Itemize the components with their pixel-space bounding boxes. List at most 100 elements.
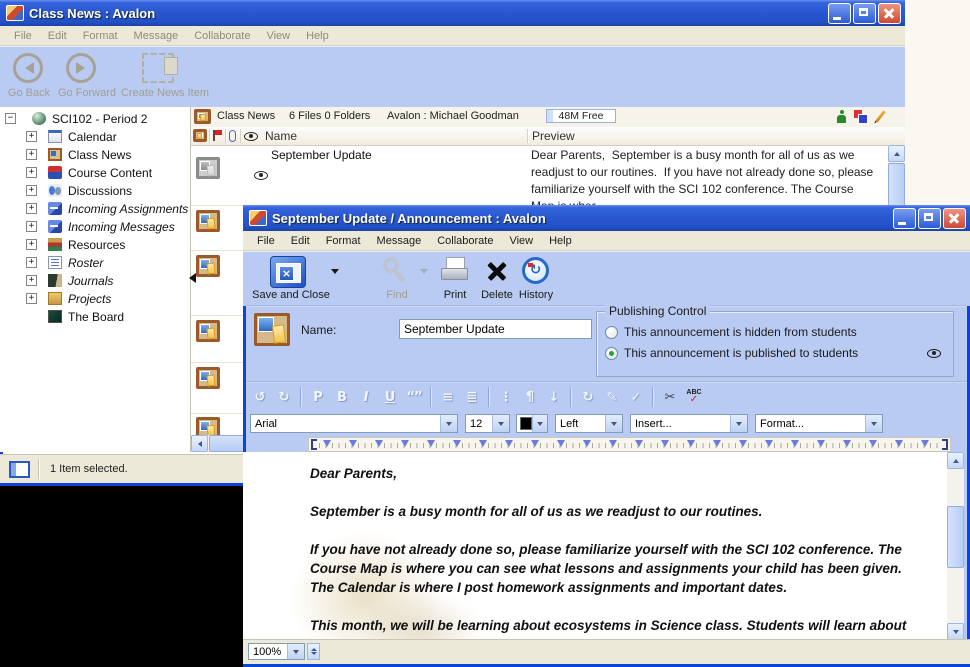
font-select[interactable]: Arial [250,414,458,433]
scroll-up-icon[interactable] [888,145,905,162]
insert-select[interactable]: Insert... [630,414,748,433]
minimize-button[interactable] [893,208,916,229]
name-column-header[interactable]: Name [265,129,297,143]
expand-icon[interactable] [26,239,37,250]
scissors-icon[interactable] [658,385,682,409]
menu-file[interactable]: File [6,30,40,42]
close-button[interactable] [878,3,901,24]
expand-icon[interactable] [26,167,37,178]
menu-message[interactable]: Message [126,30,187,42]
create-news-item-icon[interactable] [142,53,174,83]
undo-icon[interactable] [248,385,272,409]
collapse-icon[interactable] [5,113,16,124]
left-margin-marker[interactable] [311,439,317,450]
menu-edit[interactable]: Edit [40,30,75,42]
zoom-select[interactable]: 100% [248,643,305,660]
pen-icon[interactable] [600,385,624,409]
align-select[interactable]: Left [555,414,623,433]
scroll-up-icon[interactable] [947,452,964,469]
zoom-spinner[interactable] [307,643,320,660]
tree-item-course-content[interactable]: Course Content [0,164,190,182]
tree-item-the-board[interactable]: The Board [0,308,190,326]
tree-item-discussions[interactable]: Discussions [0,182,190,200]
font-size-select[interactable]: 12 [465,414,510,433]
expand-icon[interactable] [26,131,37,142]
view-properties-icon[interactable] [854,110,868,123]
hidden-radio-label[interactable]: This announcement is hidden from student… [624,325,857,339]
hidden-radio[interactable] [605,326,618,339]
outdent-icon[interactable] [494,385,518,409]
rotate-icon[interactable] [576,385,600,409]
redo-icon[interactable] [272,385,296,409]
visibility-column-icon[interactable] [244,132,258,141]
published-radio[interactable] [605,347,618,360]
save-options-caret-icon[interactable] [331,269,339,278]
expand-icon[interactable] [26,203,37,214]
menu-help[interactable]: Help [541,235,580,247]
maximize-button[interactable] [918,208,941,229]
go-back-icon[interactable] [13,53,43,83]
go-forward-icon[interactable] [66,53,96,83]
announcement-icon[interactable] [196,255,220,277]
announcement-icon[interactable] [196,210,220,232]
attachment-column-icon[interactable] [229,130,236,142]
plain-text-icon[interactable] [306,385,330,409]
underline-icon[interactable] [378,385,402,409]
expand-icon[interactable] [26,149,37,160]
main-titlebar[interactable]: Class News : Avalon [0,0,905,26]
print-icon[interactable] [440,257,470,285]
menu-collaborate[interactable]: Collaborate [186,30,258,42]
bold-icon[interactable] [330,385,354,409]
announcement-icon[interactable] [196,367,220,389]
menu-format[interactable]: Format [318,235,369,247]
font-color-select[interactable] [516,414,548,433]
move-down-icon[interactable] [542,385,566,409]
name-input[interactable] [399,319,592,339]
menu-collaborate[interactable]: Collaborate [429,235,501,247]
item-type-column-icon[interactable] [193,129,207,142]
scroll-left-icon[interactable] [191,435,208,452]
sign-icon[interactable] [624,385,648,409]
tree-item-incoming-messages[interactable]: Incoming Messages [0,218,190,236]
flag-column-icon[interactable] [213,130,223,141]
find-icon[interactable] [381,257,411,287]
announcement-icon[interactable] [196,320,220,342]
edit-pencil-icon[interactable] [875,110,885,122]
tree-item-calendar[interactable]: Calendar [0,128,190,146]
format-select[interactable]: Format... [755,414,883,433]
toggle-panel-icon[interactable] [9,461,30,478]
user-presence-icon[interactable] [837,110,846,123]
maximize-button[interactable] [853,3,876,24]
menu-file[interactable]: File [249,235,283,247]
menu-message[interactable]: Message [369,235,430,247]
menu-view[interactable]: View [501,235,541,247]
italic-icon[interactable] [354,385,378,409]
scroll-down-icon[interactable] [947,623,964,640]
menu-edit[interactable]: Edit [283,235,318,247]
tree-item-root[interactable]: SCI102 - Period 2 [0,110,190,128]
right-margin-marker[interactable] [942,439,948,450]
tree-item-class-news[interactable]: Class News [0,146,190,164]
tree-item-projects[interactable]: Projects [0,290,190,308]
editor-vertical-scrollbar[interactable] [947,452,964,640]
menu-help[interactable]: Help [298,30,337,42]
expand-icon[interactable] [26,293,37,304]
bullet-list-icon[interactable] [436,385,460,409]
preview-column-header[interactable]: Preview [532,129,575,143]
tree-item-incoming-assignments[interactable]: Incoming Assignments [0,200,190,218]
ruler[interactable] [308,437,951,452]
quote-icon[interactable] [402,385,426,409]
announcement-icon[interactable] [196,417,220,435]
numbered-list-icon[interactable] [460,385,484,409]
expand-icon[interactable] [26,257,37,268]
menu-view[interactable]: View [258,30,298,42]
save-and-close-icon[interactable] [270,256,306,288]
expand-icon[interactable] [26,275,37,286]
expand-icon[interactable] [26,221,37,232]
close-button[interactable] [943,208,966,229]
menu-format[interactable]: Format [75,30,126,42]
tree-item-resources[interactable]: Resources [0,236,190,254]
tree-item-roster[interactable]: Roster [0,254,190,272]
tree-item-journals[interactable]: Journals [0,272,190,290]
scroll-thumb[interactable] [947,506,964,568]
